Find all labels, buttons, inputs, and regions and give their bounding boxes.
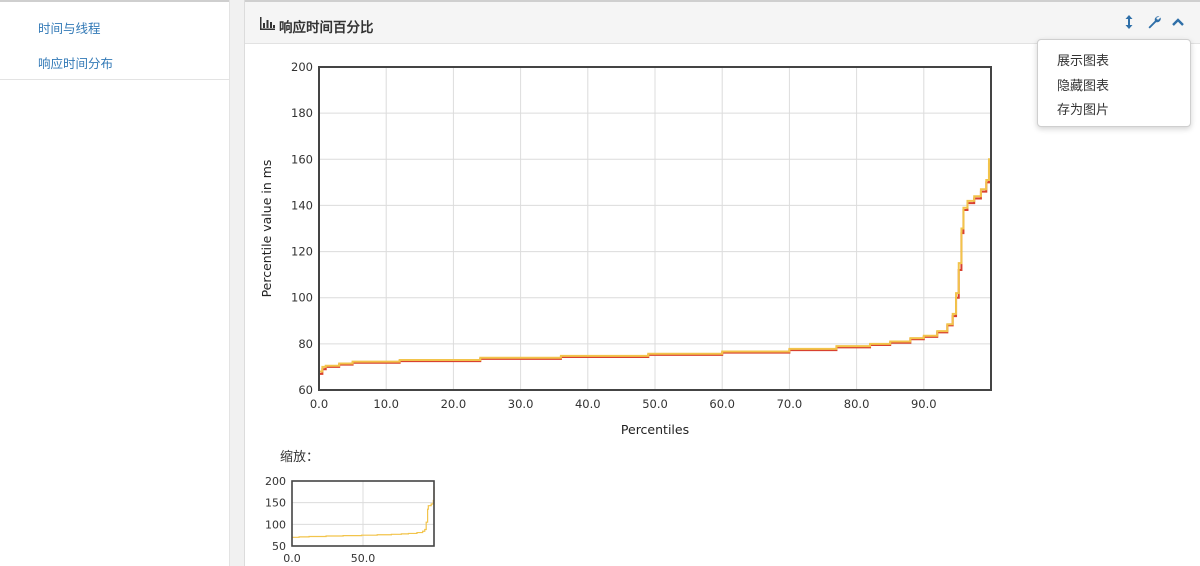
menu-item-hide-chart[interactable]: 隐藏图表 <box>1057 75 1109 94</box>
y-tick-label: 50 <box>272 540 286 553</box>
y-tick-label: 180 <box>291 106 313 120</box>
sidebar-item-time-threads[interactable]: 时间与线程 <box>38 18 101 37</box>
y-tick-label: 160 <box>291 152 313 166</box>
x-tick-label: 30.0 <box>508 397 534 411</box>
wrench-icon[interactable] <box>1147 15 1161 33</box>
y-tick-label: 150 <box>265 497 286 510</box>
panel-title: 响应时间百分比 <box>279 20 374 36</box>
x-tick-label: 80.0 <box>844 397 870 411</box>
sidebar-nav: 时间与线程 响应时间分布 <box>0 2 229 80</box>
x-tick-label: 50.0 <box>642 397 668 411</box>
y-tick-label: 120 <box>291 245 313 259</box>
zoom-label: 缩放： <box>280 450 320 465</box>
y-tick-label: 200 <box>291 60 313 74</box>
sidebar-item-response-time-distribution[interactable]: 响应时间分布 <box>38 53 113 72</box>
x-tick-label: 40.0 <box>575 397 601 411</box>
layout-gutter <box>230 0 244 566</box>
y-axis-label: Percentile value in ms <box>259 160 274 298</box>
x-tick-label: 0.0 <box>283 552 301 565</box>
chevron-up-icon[interactable] <box>1172 15 1184 33</box>
y-tick-label: 200 <box>265 475 286 488</box>
sidebar: 时间与线程 响应时间分布 <box>0 0 230 566</box>
y-tick-label: 60 <box>298 383 313 397</box>
y-tick-label: 80 <box>298 337 313 351</box>
x-tick-label: 90.0 <box>911 397 937 411</box>
menu-item-save-image[interactable]: 存为图片 <box>1057 99 1109 118</box>
x-tick-label: 10.0 <box>373 397 399 411</box>
x-tick-label: 20.0 <box>441 397 467 411</box>
y-tick-label: 100 <box>291 291 313 305</box>
x-tick-label: 50.0 <box>351 552 376 565</box>
x-tick-label: 0.0 <box>310 397 328 411</box>
chart-options-menu: 展示图表 隐藏图表 存为图片 <box>1037 39 1191 127</box>
y-tick-label: 100 <box>265 518 286 531</box>
y-tick-label: 140 <box>291 198 313 212</box>
resize-vertical-icon[interactable] <box>1125 15 1133 33</box>
zoom-navigator-chart[interactable]: 0.0 50.0 50 100 150 200 <box>245 470 465 566</box>
x-axis-label: Percentiles <box>621 422 689 437</box>
menu-item-show-chart[interactable]: 展示图表 <box>1057 50 1109 69</box>
bar-chart-icon <box>260 17 275 30</box>
x-tick-label: 70.0 <box>777 397 803 411</box>
x-tick-label: 60.0 <box>709 397 735 411</box>
panel-header: 响应时间百分比 <box>245 0 1200 44</box>
